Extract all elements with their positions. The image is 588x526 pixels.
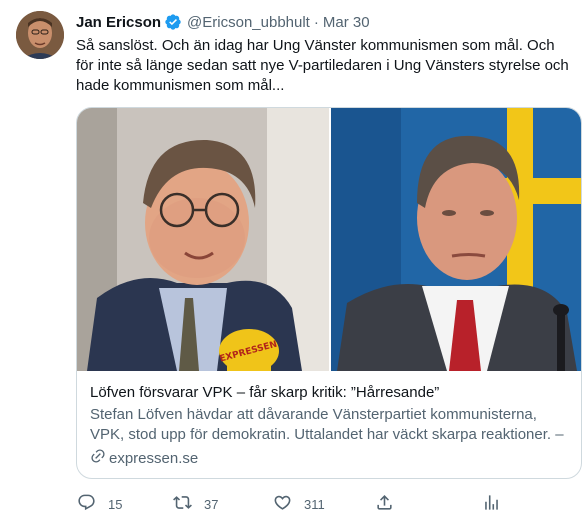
heart-icon [273, 493, 292, 515]
card-description: Stefan Löfven hävdar att dåvarande Vänst… [90, 406, 564, 443]
author-handle[interactable]: @Ericson_ubbhult [187, 14, 310, 31]
reply-count: 15 [108, 496, 123, 512]
author-display-name[interactable]: Jan Ericson [76, 14, 161, 31]
reply-button[interactable]: 15 [77, 490, 122, 518]
tweet-text: Så sanslöst. Och än idag har Ung Vänster… [76, 37, 569, 94]
card-text: Löfven försvarar VPK – får skarp kritik:… [77, 371, 581, 470]
card-image: EXPRESSEN [77, 108, 581, 371]
retweet-count: 37 [204, 496, 219, 512]
analytics-icon [482, 493, 501, 515]
retweet-icon [173, 493, 192, 515]
reply-icon [77, 493, 96, 515]
tweet-actions: 15 37 311 [70, 490, 510, 518]
share-button[interactable] [375, 490, 394, 518]
link-card[interactable]: EXPRESSEN Löfven försvarar VPK – får ska… [76, 107, 582, 479]
like-count: 311 [304, 496, 325, 512]
like-button[interactable]: 311 [273, 490, 325, 518]
card-title[interactable]: Löfven försvarar VPK – får skarp kritik:… [90, 383, 571, 403]
verified-badge-icon [164, 13, 182, 31]
tweet-header: Jan Ericson @Ericson_ubbhult · Mar 30 [76, 12, 370, 32]
analytics-button[interactable] [482, 490, 501, 518]
card-domain[interactable]: expressen.se [90, 448, 571, 470]
retweet-button[interactable]: 37 [173, 490, 218, 518]
separator-dot: · [313, 13, 319, 31]
card-domain-text: expressen.se [109, 450, 199, 467]
tweet[interactable]: Jan Ericson @Ericson_ubbhult · Mar 30 Så… [0, 0, 588, 526]
link-icon [90, 448, 109, 470]
tweet-timestamp[interactable]: Mar 30 [323, 14, 370, 31]
avatar[interactable] [16, 11, 64, 59]
share-icon [375, 493, 394, 515]
